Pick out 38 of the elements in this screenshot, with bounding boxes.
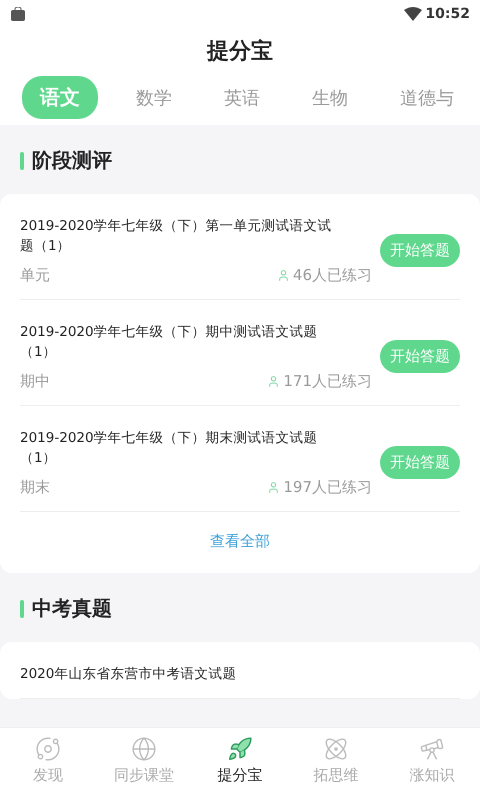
exam-tag: 期中 — [20, 372, 50, 391]
subject-tab[interactable]: 道德与 — [386, 78, 468, 118]
exam-title: 2019-2020学年七年级（下）第一单元测试语文试题（1） — [20, 217, 333, 256]
nav-tab[interactable]: 同步课堂 — [96, 728, 192, 800]
practice-count: 197人已练习 — [283, 478, 372, 497]
exam-tag: 期末 — [20, 478, 50, 497]
person-icon — [267, 481, 280, 494]
section-heading: 阶段测评 — [32, 147, 112, 174]
view-all-link[interactable]: 查看全部 — [20, 512, 460, 573]
person-icon — [276, 269, 290, 282]
start-button[interactable]: 开始答题 — [380, 340, 460, 373]
subject-tab[interactable]: 生物 — [298, 78, 362, 118]
exam-title: 2020年山东省东营市中考语文试题 — [20, 665, 238, 684]
atom-icon — [323, 736, 349, 762]
start-button[interactable]: 开始答题 — [380, 446, 460, 479]
exam-title: 2019-2020学年七年级（下）期末测试语文试题（1） — [20, 429, 319, 468]
nav-tab[interactable]: 拓思维 — [288, 728, 384, 800]
globe-icon — [131, 736, 157, 762]
rocket-icon — [227, 736, 253, 762]
bag-icon — [10, 7, 26, 21]
clock-time: 10:52 — [425, 6, 470, 22]
nav-tab[interactable]: 涨知识 — [384, 728, 480, 800]
subject-tab[interactable]: 数学 — [122, 78, 186, 118]
practice-count: 171人已练习 — [283, 372, 372, 391]
wifi-icon — [404, 7, 422, 21]
exam-tag: 单元 — [20, 266, 50, 285]
exam-title: 2019-2020学年七年级（下）期中测试语文试题（1） — [20, 323, 319, 362]
telescope-icon — [419, 736, 445, 762]
practice-count: 46人已练习 — [292, 266, 372, 285]
subject-tab[interactable]: 英语 — [210, 78, 274, 118]
subject-tab[interactable]: 语文 — [22, 76, 98, 119]
section-heading: 中考真题 — [32, 595, 112, 622]
person-icon — [267, 375, 280, 388]
orbit-icon — [35, 736, 61, 762]
start-button[interactable]: 开始答题 — [380, 234, 460, 267]
page-title: 提分宝 — [207, 38, 273, 66]
nav-tab[interactable]: 发现 — [0, 728, 96, 800]
nav-tab[interactable]: 提分宝 — [192, 728, 288, 800]
